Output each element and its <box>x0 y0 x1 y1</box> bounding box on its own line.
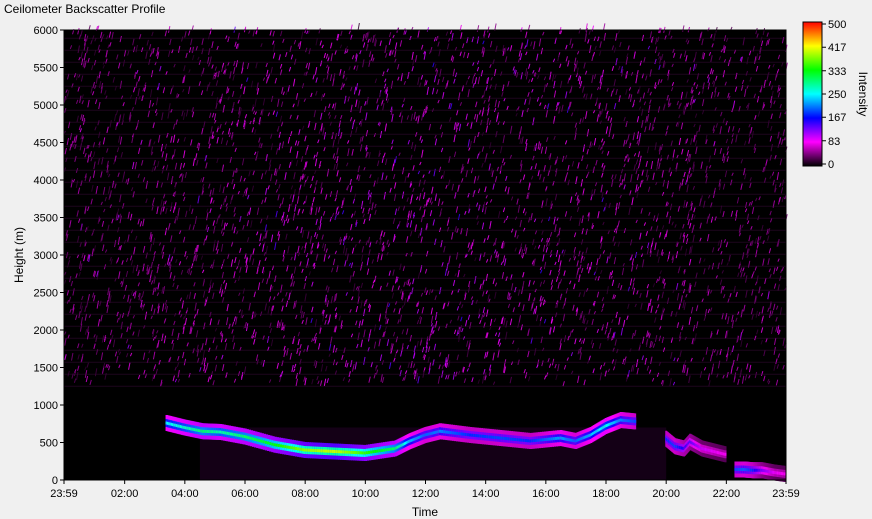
plot-area[interactable] <box>63 22 788 482</box>
backscatter-chart: 23:59 02:00 04:00 06:00 08:00 10:00 12:00 14:00… <box>12 19 870 519</box>
plot-background <box>64 30 786 480</box>
noise-speck <box>527 24 531 31</box>
chart-window: Ceilometer Backscatter Profile 23:59 02:0… <box>0 0 872 519</box>
layer-core <box>633 419 637 423</box>
noise-speck <box>88 25 91 31</box>
noise-speck <box>603 23 606 31</box>
layer-core <box>724 452 727 456</box>
